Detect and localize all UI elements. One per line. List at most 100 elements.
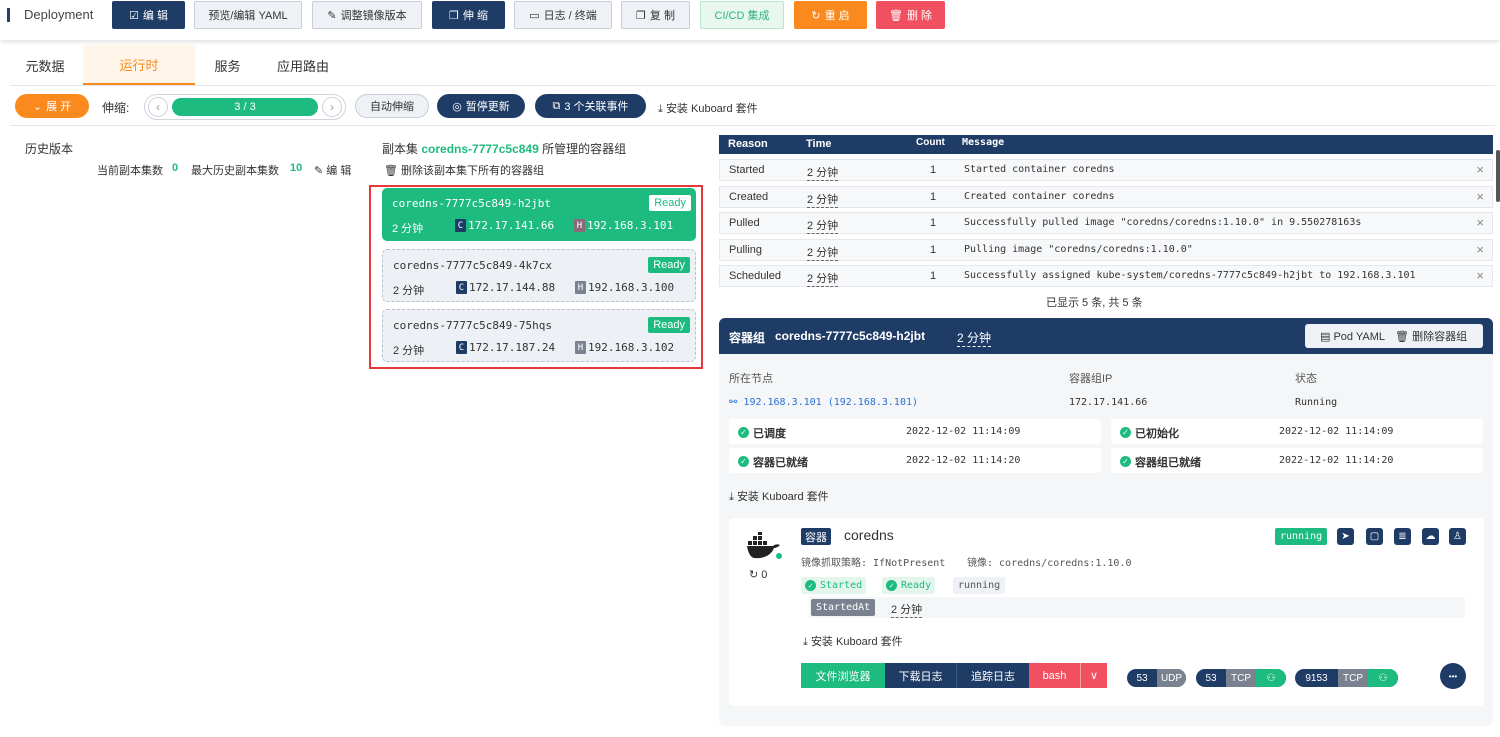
close-icon[interactable]: ×: [1476, 189, 1484, 204]
pod-list: coredns-7777c5c849-h2jbt Ready 2 分钟 C 172…: [369, 185, 703, 369]
cicd-button[interactable]: CI/CD 集成: [700, 1, 784, 29]
table-row: Pulling 2 分钟 1 Pulling image "coredns/cored…: [719, 239, 1493, 261]
node-link[interactable]: ⚯ 192.168.3.101 (192.168.3.101): [729, 397, 918, 408]
tab-metadata[interactable]: 元数据: [10, 45, 80, 85]
tab-services[interactable]: 服务: [195, 45, 260, 85]
close-icon[interactable]: ×: [1476, 215, 1484, 230]
pod-age: 2 分钟: [393, 285, 425, 297]
delete-button[interactable]: 🗑 删 除: [876, 1, 945, 29]
events-table-header: Reason Time Count Message: [719, 135, 1493, 154]
expand-button[interactable]: ⌄ 展 开: [15, 94, 89, 118]
max-history-label: 最大历史副本集数: [191, 165, 279, 177]
delete-pod-button[interactable]: 🗑 删除容器组: [1395, 328, 1467, 344]
close-icon[interactable]: ×: [1476, 268, 1484, 283]
link-icon: ⚯: [729, 397, 738, 408]
pause-update-button[interactable]: ◎ 暂停更新: [437, 94, 525, 118]
close-icon[interactable]: ×: [1476, 162, 1484, 177]
trash-icon: 🗑: [384, 165, 398, 177]
copy-button[interactable]: ❐ 复 制: [621, 1, 690, 29]
delete-all-pods-button[interactable]: 🗑 删除该副本集下所有的容器组: [384, 162, 544, 178]
container-card: ↻ 0 容器 coredns running ➤ ▢ ≣ ☁ ♙ 镜像抓取策略:…: [729, 518, 1484, 706]
shell-dropdown-icon[interactable]: ∨: [1081, 663, 1107, 688]
check-circle-icon: ✓: [1120, 455, 1131, 467]
adjust-image-button[interactable]: ✎ 调整镜像版本: [312, 1, 422, 29]
network-icon: ⚇: [1256, 669, 1286, 687]
top-toolbar: Deployment ☑ 编 辑 预览/编辑 YAML ✎ 调整镜像版本 ❐ 伸 缩 …: [0, 0, 1500, 40]
download-icon: ⤓: [658, 103, 663, 115]
install-kuboard-link[interactable]: ⤓ 安装 Kuboard 套件: [803, 633, 903, 649]
pod-card[interactable]: coredns-7777c5c849-h2jbt Ready 2 分钟 C 172…: [382, 188, 696, 241]
scrollbar-thumb[interactable]: [1496, 150, 1500, 202]
col-count: Count: [916, 137, 945, 148]
status-badge: Ready: [648, 257, 690, 273]
pod-name: coredns-7777c5c849-75hqs: [393, 319, 552, 332]
container-actions: 文件浏览器 下载日志 追踪日志 bash ∨: [801, 663, 1107, 688]
logs-terminal-button[interactable]: ▭ 日志 / 终端: [514, 1, 612, 29]
tab-ingress[interactable]: 应用路由: [262, 45, 344, 85]
host-ip: H 192.168.3.101: [574, 219, 673, 232]
download-logs-button[interactable]: 下载日志: [885, 663, 957, 688]
port-badge[interactable]: 53 UDP: [1127, 669, 1186, 687]
edit-yaml-button[interactable]: 预览/编辑 YAML: [194, 1, 302, 29]
terminal-icon[interactable]: ▢: [1366, 528, 1383, 545]
refresh-icon: ↻: [811, 9, 821, 22]
user-icon[interactable]: ♙: [1449, 528, 1466, 545]
tab-runtime[interactable]: 运行时: [83, 45, 195, 85]
target-icon: ◎: [452, 100, 462, 113]
replicaset-name[interactable]: coredns-7777c5c849: [421, 142, 538, 156]
edit-history-button[interactable]: ✎ 编 辑: [314, 162, 351, 178]
host-ip: H 192.168.3.102: [575, 341, 674, 354]
scale-label: 伸缩:: [102, 101, 130, 115]
download-icon: ⤓: [803, 636, 808, 648]
chevron-down-icon: ⌄: [32, 100, 43, 113]
container-tag: 容器: [801, 528, 831, 545]
database-icon[interactable]: ≣: [1394, 528, 1411, 545]
pod-card[interactable]: coredns-7777c5c849-75hqs Ready 2 分钟 C 172…: [382, 309, 696, 362]
trash-icon: 🗑: [1395, 331, 1410, 343]
check-circle-icon: ✓: [1120, 426, 1131, 438]
edit-icon: ☑: [129, 9, 139, 22]
install-kuboard-link[interactable]: ⤓ 安装 Kuboard 套件: [658, 100, 758, 116]
follow-logs-button[interactable]: 追踪日志: [957, 663, 1029, 688]
pod-detail-age: 2 分钟: [957, 331, 992, 347]
node-label: 所在节点: [729, 373, 773, 385]
pod-ip-value: 172.17.141.66: [1069, 397, 1148, 408]
related-events-button[interactable]: ⧉ 3 个关联事件: [535, 94, 646, 118]
decrement-button[interactable]: ‹: [148, 97, 168, 117]
pod-card[interactable]: coredns-7777c5c849-4k7cx Ready 2 分钟 C 172…: [382, 249, 696, 302]
increment-button[interactable]: ›: [322, 97, 342, 117]
condition-initialized: ✓ 已初始化 2022-12-02 11:14:09: [1111, 419, 1483, 444]
port-badge[interactable]: 53 TCP ⚇: [1196, 669, 1286, 687]
restart-button[interactable]: ↻ 重 启: [794, 1, 867, 29]
control-bar: ⌄ 展 开 伸缩: ‹ 3 / 3 › 自动伸缩 ◎ 暂停更新 ⧉ 3 个关联事件 ⤓…: [10, 88, 1495, 126]
pod-name: coredns-7777c5c849-h2jbt: [392, 197, 551, 210]
edit-button[interactable]: ☑ 编 辑: [112, 1, 185, 29]
close-icon[interactable]: ×: [1476, 242, 1484, 257]
check-circle-icon: ✓: [738, 426, 749, 438]
bash-button[interactable]: bash: [1029, 663, 1081, 688]
restart-count: ↻ 0: [749, 569, 768, 581]
condition-scheduled: ✓ 已调度 2022-12-02 11:14:09: [729, 419, 1101, 444]
scale-stepper: ‹ 3 / 3 ›: [144, 94, 346, 120]
started-at-value: 2 分钟: [891, 601, 923, 618]
status-badge: Ready: [649, 195, 691, 211]
pod-yaml-button[interactable]: ▤ Pod YAML: [1320, 330, 1385, 343]
col-message: Message: [962, 137, 1005, 148]
col-time: Time: [806, 138, 832, 150]
pull-policy: 镜像抓取策略: IfNotPresent: [801, 558, 946, 569]
install-kuboard-link[interactable]: ⤓ 安装 Kuboard 套件: [729, 488, 829, 504]
port-badge[interactable]: 9153 TCP ⚇: [1295, 669, 1398, 687]
table-row: Pulled 2 分钟 1 Successfully pulled image "co…: [719, 212, 1493, 234]
scale-button[interactable]: ❐ 伸 缩: [432, 1, 505, 29]
send-icon[interactable]: ➤: [1337, 528, 1354, 545]
pod-age: 2 分钟: [393, 345, 425, 357]
file-browser-button[interactable]: 文件浏览器: [801, 663, 885, 688]
auto-scale-button[interactable]: 自动伸缩: [355, 94, 429, 118]
condition-pod-ready: ✓ 容器组已就绪 2022-12-02 11:14:20: [1111, 448, 1483, 473]
cloud-icon[interactable]: ☁: [1422, 528, 1439, 545]
refresh-icon: ↻: [749, 569, 759, 581]
pod-name: coredns-7777c5c849-4k7cx: [393, 259, 552, 272]
more-icon[interactable]: •••: [1440, 663, 1466, 689]
chip-running: running: [953, 577, 1006, 594]
history-title: 历史版本: [25, 142, 74, 156]
